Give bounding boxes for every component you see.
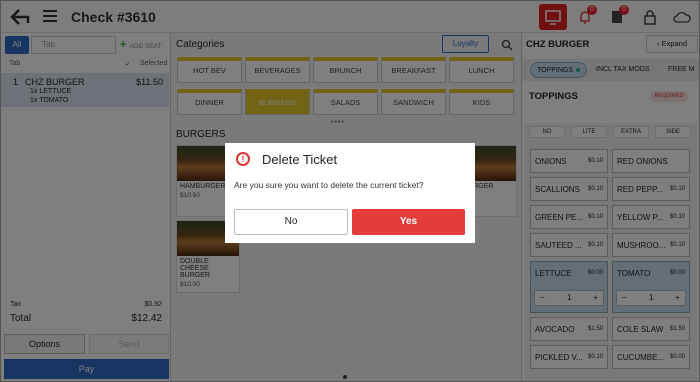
dialog-message: Are you sure you want to delete the curr… (234, 180, 424, 190)
no-button[interactable]: No (234, 209, 348, 235)
page-dot (343, 375, 347, 379)
yes-button[interactable]: Yes (352, 209, 465, 235)
delete-ticket-dialog: ! Delete Ticket Are you sure you want to… (225, 143, 475, 243)
alert-icon: ! (236, 152, 250, 166)
app-frame: Check #3610 0 0 All Tab +ADD SEAT Tab ✓ … (0, 0, 700, 382)
dialog-title: Delete Ticket (262, 152, 338, 167)
